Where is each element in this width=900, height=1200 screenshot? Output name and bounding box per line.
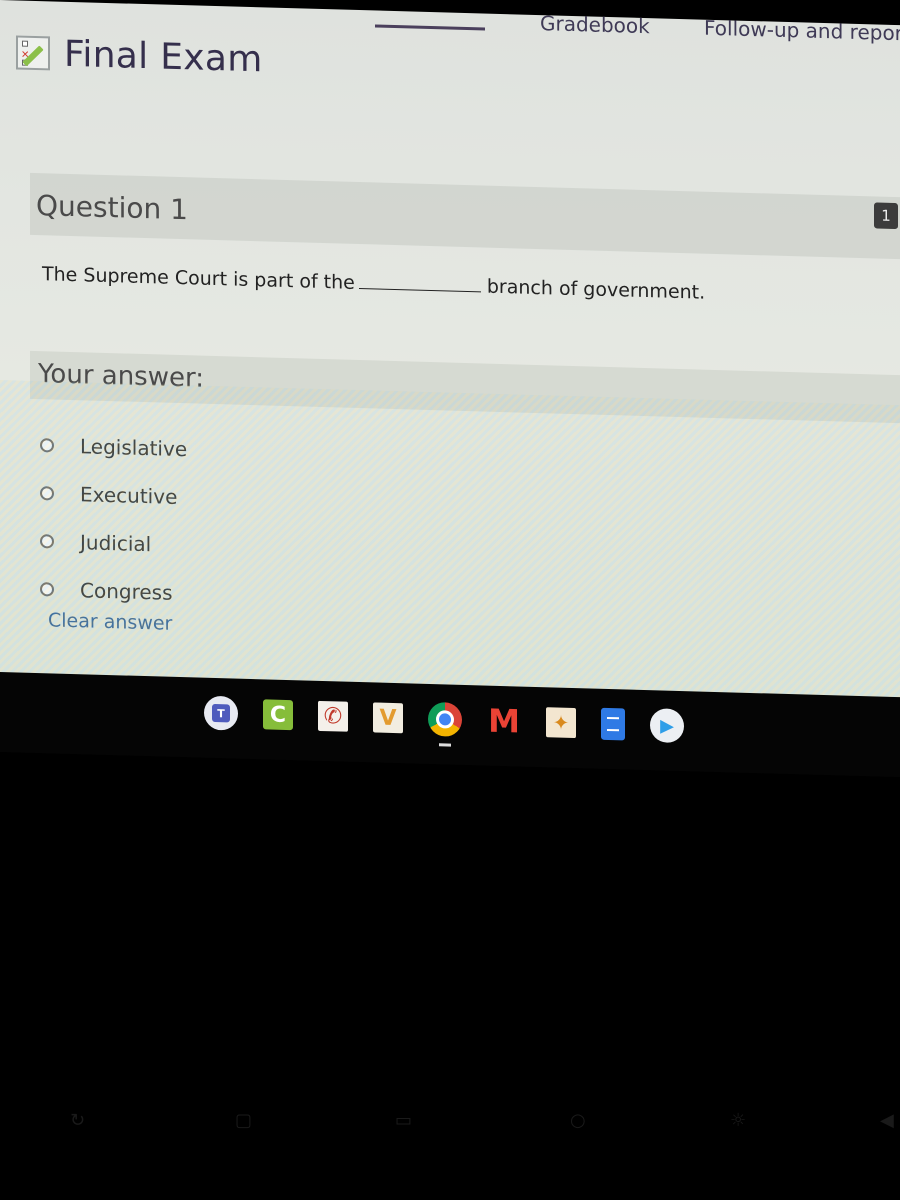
tab-follow-up-and-reports[interactable]: Follow-up and repor (704, 16, 900, 46)
keyboard-row: ↻ ▢ ▭ ○ ☼ ◀ (0, 1110, 900, 1140)
fill-in-blank (358, 288, 481, 293)
option-executive[interactable]: Executive (38, 469, 187, 521)
question-text-after: branch of government. (486, 275, 706, 304)
classkick-icon[interactable]: C (263, 699, 293, 731)
gmail-icon[interactable]: M (487, 702, 521, 741)
teams-icon[interactable]: T (204, 695, 238, 731)
mute-key-icon: ◀ (880, 1110, 894, 1131)
fox-app-icon[interactable]: ✦ (546, 707, 576, 739)
running-indicator (439, 743, 451, 747)
clear-answer-link[interactable]: Clear answer (48, 609, 172, 634)
option-label: Executive (80, 482, 178, 509)
play-store-icon[interactable]: ▶ (650, 708, 684, 744)
v-app-icon[interactable]: V (373, 702, 403, 734)
question-prompt: The Supreme Court is part of the branch … (42, 263, 705, 304)
tab-gradebook[interactable]: Gradebook (540, 11, 650, 38)
question-header: Question 1 1 (30, 172, 900, 260)
question-number-badge[interactable]: 1 (874, 202, 898, 230)
browser-screen: Gradebook Follow-up and repor ✕ Final Ex… (0, 0, 900, 716)
radio-button[interactable] (40, 534, 54, 549)
option-legislative[interactable]: Legislative (38, 421, 187, 473)
question-text-before: The Supreme Court is part of the (42, 263, 355, 294)
question-title: Question 1 (36, 189, 188, 227)
exam-title: Final Exam (64, 33, 263, 81)
option-label: Judicial (80, 530, 152, 557)
refresh-key-icon: ↻ (70, 1110, 86, 1131)
phone-app-icon[interactable]: ✆ (318, 700, 348, 732)
chrome-icon[interactable] (428, 701, 462, 747)
option-judicial[interactable]: Judicial (38, 517, 187, 569)
docs-icon[interactable] (601, 707, 625, 741)
radio-button[interactable] (40, 438, 54, 453)
answer-options: Legislative Executive Judicial Congress (38, 421, 187, 617)
radio-button[interactable] (40, 486, 54, 501)
radio-button[interactable] (40, 582, 54, 597)
option-label: Congress (80, 578, 173, 605)
exam-header: ✕ Final Exam (16, 32, 263, 80)
quiz-checklist-icon: ✕ (16, 34, 52, 72)
answer-header: Your answer: (30, 350, 900, 424)
active-tab-indicator (375, 24, 485, 31)
your-answer-label: Your answer: (38, 359, 204, 394)
brightness-up-key-icon: ☼ (730, 1110, 747, 1131)
brightness-down-key-icon: ○ (570, 1110, 586, 1131)
fullscreen-key-icon: ▢ (235, 1110, 253, 1131)
overview-key-icon: ▭ (395, 1110, 413, 1131)
option-label: Legislative (80, 434, 188, 462)
